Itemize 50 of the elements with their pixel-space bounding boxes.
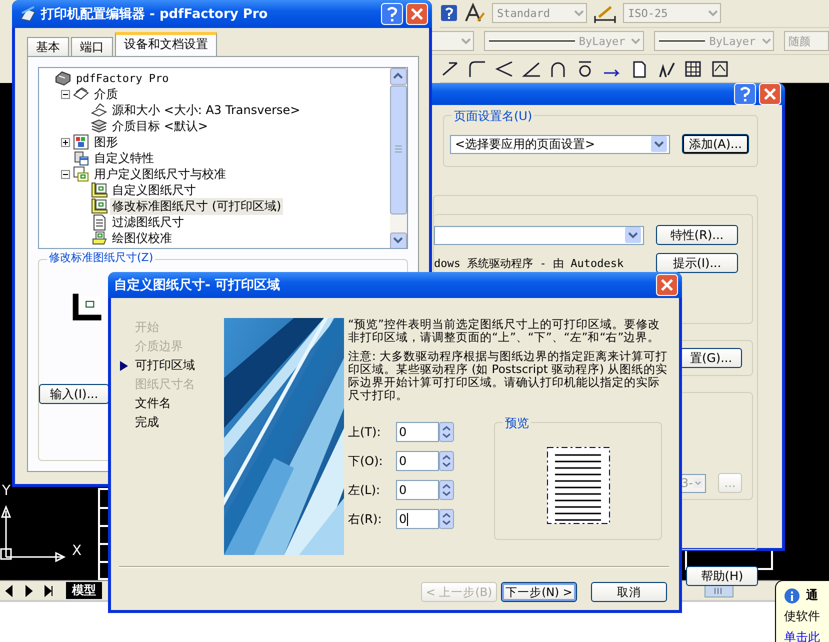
instruction-text: “预览”控件表明当前选定图纸尺寸上的可打印区域。要修改非打印区域，请调整页面的“上”、“下”、“左”和“右”边界。 xyxy=(348,318,661,344)
window-title: 自定义图纸尺寸- 可打印区域 xyxy=(114,276,281,294)
wizard-step: 完成 xyxy=(135,414,159,431)
field-label: 上(T): xyxy=(348,424,382,440)
wizard-step: 可打印区域 xyxy=(135,357,195,374)
group-label: 预览 xyxy=(503,415,531,432)
tree-item[interactable]: 自定义图纸尺寸 xyxy=(110,182,198,198)
tab[interactable]: 端口 xyxy=(71,37,113,56)
group-label: 页面设置名(U) xyxy=(452,108,534,125)
tree-item[interactable]: 自定义特性 xyxy=(92,150,156,166)
tree-item[interactable]: 图形 xyxy=(92,134,120,150)
field-label: 左(L): xyxy=(348,482,382,498)
field-label: 下(O): xyxy=(348,452,384,470)
number-field[interactable]: 0 xyxy=(396,509,439,529)
balloon-text: 使软件 xyxy=(784,608,821,625)
properties-button[interactable]: 特性(R)... xyxy=(656,225,738,245)
tree-item[interactable]: 过滤图纸尺寸 xyxy=(110,214,186,230)
number-field[interactable]: 0 xyxy=(396,451,439,471)
add-button[interactable]: 添加(A)... xyxy=(682,134,749,154)
wizard-button[interactable]: 取消 xyxy=(591,582,667,602)
wizard-step: 开始 xyxy=(135,319,159,336)
help-button[interactable]: 帮助(H) xyxy=(686,566,758,586)
wizard-step: 图纸尺寸名 xyxy=(135,376,195,393)
tab[interactable]: 设备和文档设置 xyxy=(115,32,217,56)
balloon-title: 通 xyxy=(806,587,818,604)
wizard-button[interactable]: 下一步(N) > xyxy=(501,582,577,602)
field-label: 右(R): xyxy=(348,510,383,528)
tree-item[interactable]: 绘图仪校准 xyxy=(110,230,174,246)
wizard-step: 文件名 xyxy=(135,395,171,412)
number-field[interactable]: 0 xyxy=(396,480,439,500)
tree-item[interactable]: 介质 xyxy=(92,86,120,102)
tree-item[interactable]: pdfFactory Pro xyxy=(74,72,171,84)
tab[interactable]: 基本 xyxy=(27,37,69,56)
tree-item[interactable]: 源和大小 <大小: A3 Transverse> xyxy=(110,102,302,118)
group-label: 修改标准图纸尺寸(Z) xyxy=(47,250,156,265)
hint-button[interactable]: 提示(I)... xyxy=(656,253,738,273)
window-title: 打印机配置编辑器 - pdfFactory Pro xyxy=(41,6,269,23)
tree-item[interactable]: 用户定义图纸尺寸与校准 xyxy=(92,166,228,182)
page-setup-select[interactable]: <选择要应用的页面设置> xyxy=(450,134,670,154)
axis-label: X xyxy=(72,543,82,559)
import-button[interactable]: 输入(I)... xyxy=(39,384,109,404)
settings-button[interactable]: 置(G)... xyxy=(680,348,742,368)
wizard-step: 介质边界 xyxy=(135,338,183,355)
driver-text: dows 系统驱动程序 - 由 Autodesk xyxy=(434,256,625,270)
axis-label: Y xyxy=(2,483,11,499)
number-field[interactable]: 0 xyxy=(396,422,439,442)
tree-item[interactable]: 修改标准图纸尺寸 (可打印区域) xyxy=(110,198,284,214)
instruction-text: 注意: 大多数驱动程序根据与图纸边界的指定距离来计算可打印区域。某些驱动程序 (如 Postscript 驱动程序) 从图纸的实际边界开始计算可打印区域。请确认打印机能以指定的实际尺寸打印。 xyxy=(348,350,669,402)
layout-tab[interactable]: 模型 xyxy=(66,582,102,599)
tree-item[interactable]: 介质目标 <默认> xyxy=(110,118,210,134)
